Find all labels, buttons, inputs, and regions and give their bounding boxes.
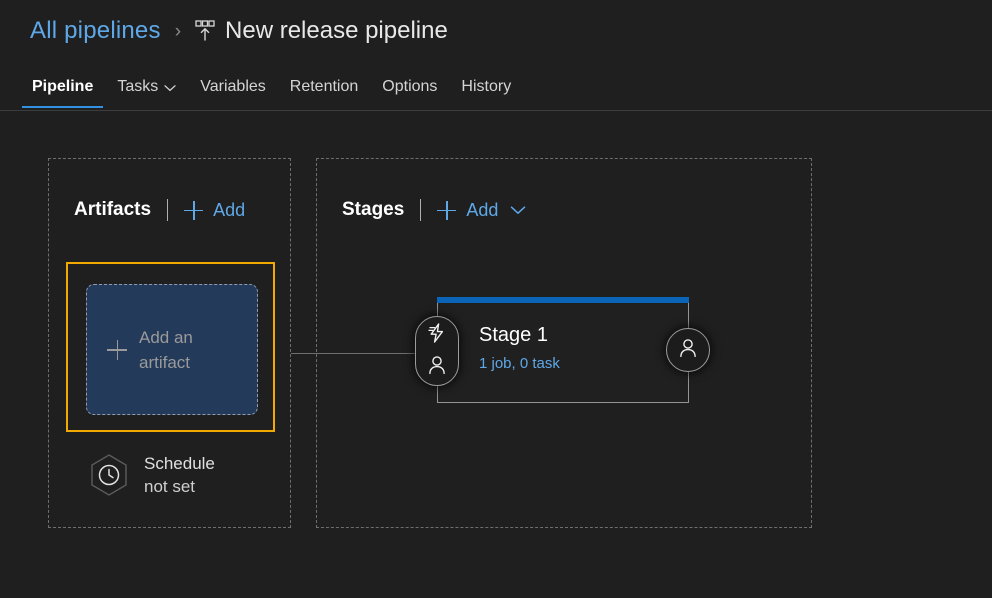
schedule-trigger[interactable]: Schedule not set	[86, 452, 215, 498]
page-title: New release pipeline	[225, 17, 448, 44]
tab-bar: Pipeline Tasks Variables Retention Optio…	[0, 66, 992, 111]
breadcrumb: All pipelines › New release pipeline	[30, 12, 448, 50]
stage-summary[interactable]: 1 job, 0 task	[479, 355, 560, 372]
tab-pipeline-label: Pipeline	[32, 78, 94, 95]
tab-options-label: Options	[382, 78, 438, 95]
add-artifact-line1: Add an	[139, 327, 193, 347]
stage-node: Stage 1 1 job, 0 task	[415, 297, 710, 403]
stage-name: Stage 1	[479, 324, 548, 346]
artifacts-header: Artifacts Add	[74, 195, 290, 225]
pre-deployment-conditions-button[interactable]	[415, 316, 459, 386]
plus-icon	[437, 200, 457, 220]
stage-info: Stage 1 1 job, 0 task	[479, 323, 560, 372]
schedule-label: Schedule not set	[144, 452, 215, 498]
artifact-to-stage-connector	[291, 353, 421, 354]
clock-icon	[86, 452, 132, 498]
tab-history-label: History	[461, 78, 512, 95]
add-artifact-label: Add	[213, 199, 246, 220]
tab-pipeline[interactable]: Pipeline	[20, 66, 105, 108]
release-pipeline-icon	[194, 19, 216, 43]
add-artifact-line2: artifact	[139, 352, 191, 372]
stages-title: Stages	[342, 199, 405, 220]
tab-variables[interactable]: Variables	[188, 66, 278, 108]
artifacts-title: Artifacts	[74, 199, 152, 220]
add-stage-button[interactable]: Add	[437, 200, 526, 221]
add-stage-label: Add	[466, 199, 499, 220]
breadcrumb-all-pipelines-link[interactable]: All pipelines	[30, 17, 161, 45]
post-deployment-conditions-button[interactable]	[666, 328, 710, 372]
chevron-down-icon[interactable]	[510, 205, 526, 215]
chevron-down-icon	[164, 79, 176, 97]
schedule-line2: not set	[144, 477, 196, 496]
stage-card[interactable]	[437, 303, 689, 403]
artifacts-header-divider	[167, 199, 169, 221]
tab-history[interactable]: History	[449, 66, 523, 108]
add-an-artifact-tile[interactable]: Add an artifact	[86, 284, 258, 415]
add-an-artifact-label: Add an artifact	[139, 325, 217, 375]
schedule-line1: Schedule	[144, 454, 215, 473]
lightning-bolt-icon	[426, 322, 448, 349]
tab-tasks[interactable]: Tasks	[105, 66, 188, 108]
tab-options[interactable]: Options	[370, 66, 449, 108]
add-artifact-button[interactable]: Add	[184, 200, 245, 221]
header-divider	[0, 110, 992, 111]
tab-retention[interactable]: Retention	[278, 66, 371, 108]
artifact-focus-outline: Add an artifact	[66, 262, 275, 432]
plus-icon	[184, 200, 204, 220]
stages-header-divider	[420, 199, 422, 221]
tab-retention-label: Retention	[289, 78, 359, 95]
tab-variables-label: Variables	[200, 78, 266, 95]
person-icon	[677, 337, 699, 364]
person-icon	[426, 354, 448, 381]
plus-icon	[107, 339, 127, 360]
stages-header: Stages Add	[342, 195, 811, 225]
tab-tasks-label: Tasks	[117, 78, 159, 95]
breadcrumb-separator: ›	[174, 20, 182, 42]
artifacts-panel: Artifacts Add Add an artifact Schedule n…	[48, 158, 291, 528]
